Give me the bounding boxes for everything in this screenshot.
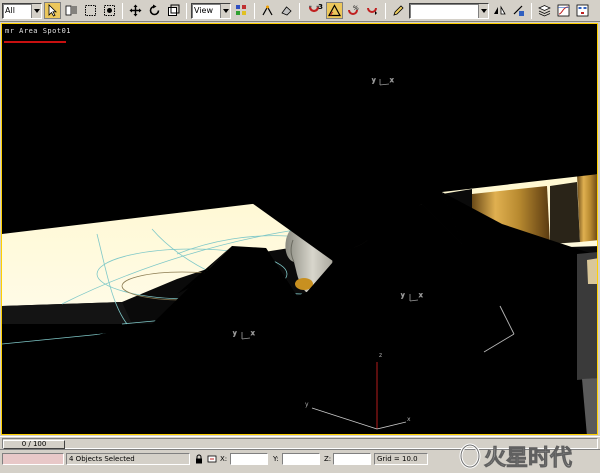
axis-x-label: x (390, 77, 394, 84)
max-application: All View 3 % y x y x y x z y x mr Area S… (0, 0, 600, 473)
rotate-icon (149, 4, 160, 16)
main-toolbar: All View 3 % (0, 0, 600, 22)
edit-named-sel-icon (393, 5, 404, 16)
keyboard-shortcut-icon (281, 6, 292, 16)
y-coordinate-field[interactable] (282, 453, 320, 465)
move-icon (129, 4, 142, 17)
spinner-snap-button[interactable] (364, 2, 381, 19)
viewport-label[interactable]: mr Area Spot01 (5, 27, 71, 35)
schematic-view-icon (576, 4, 589, 17)
layer-manager-button[interactable] (536, 2, 553, 19)
absolute-mode-icon[interactable] (207, 454, 217, 464)
percent-snap-icon: % (348, 5, 359, 15)
toolbar-separator (186, 2, 187, 19)
axis-x-label: x (419, 292, 423, 299)
svg-text:%: % (353, 5, 359, 12)
named-selection-dropdown[interactable] (409, 2, 489, 19)
z-coordinate-field[interactable] (333, 453, 371, 465)
mirror-button[interactable] (491, 2, 508, 19)
align-button[interactable] (510, 2, 527, 19)
axis-y-label: y (305, 401, 309, 408)
viewport-label-underline (4, 41, 66, 43)
toolbar-separator (254, 2, 255, 19)
select-by-name-icon (65, 5, 77, 16)
axis-y-label: y (233, 330, 237, 337)
selection-filter-dropdown[interactable]: All (2, 2, 42, 19)
site-watermark-logo: 火星时代 (458, 441, 596, 471)
rect-selection-region-button[interactable] (82, 2, 99, 19)
axis-z-label: z (379, 352, 382, 359)
layer-manager-icon (538, 5, 551, 17)
maxscript-listener-mini[interactable] (2, 453, 64, 465)
angle-snap-icon (328, 4, 341, 17)
edit-named-selection-button[interactable] (390, 2, 407, 19)
percent-snap-button[interactable]: % (345, 2, 362, 19)
select-object-button[interactable] (44, 2, 61, 19)
select-and-rotate-button[interactable] (146, 2, 163, 19)
schematic-view-button[interactable] (574, 2, 591, 19)
snap-toggle-button[interactable]: 3 (304, 2, 324, 19)
camera-viewport[interactable]: y x y x y x z y x mr Area Spot01 (1, 23, 598, 435)
axis-y-label: y (372, 77, 376, 84)
toolbar-separator (122, 2, 123, 19)
chevron-down-icon (220, 3, 230, 18)
lock-selection-icon[interactable] (194, 454, 204, 464)
toolbar-separator (385, 2, 386, 19)
watermark-text: 火星时代 (484, 446, 572, 471)
chevron-down-icon (478, 3, 488, 18)
mirror-icon (494, 5, 506, 15)
manipulate-icon (262, 5, 273, 16)
select-and-move-button[interactable] (127, 2, 144, 19)
select-and-manipulate-button[interactable] (259, 2, 276, 19)
select-and-scale-button[interactable] (165, 2, 182, 19)
snap-count-label: 3 (318, 3, 323, 11)
spinner-snap-icon (367, 7, 377, 15)
selection-filter-value: All (5, 5, 15, 15)
align-icon (513, 5, 524, 16)
curve-editor-button[interactable] (555, 2, 572, 19)
time-slider-thumb[interactable]: 0 / 100 (3, 440, 65, 449)
watermark-logo-icon: 火星时代 (459, 443, 572, 471)
keyboard-shortcut-override-button[interactable] (278, 2, 295, 19)
pivot-center-button[interactable] (233, 2, 250, 19)
selection-status: 4 Objects Selected (66, 453, 190, 465)
reference-coordinate-value: View (194, 5, 213, 15)
axis-x-label: x (407, 416, 411, 423)
angle-snap-button[interactable] (326, 2, 343, 19)
window-crossing-button[interactable] (101, 2, 118, 19)
reference-coordinate-dropdown[interactable]: View (191, 2, 231, 19)
toolbar-separator (299, 2, 300, 19)
viewport-scene: y x y x y x z y x (2, 24, 597, 434)
window-crossing-icon (104, 5, 115, 16)
x-coordinate-label: X: (220, 455, 228, 463)
select-arrow-icon (48, 4, 57, 17)
chevron-down-icon (31, 3, 41, 18)
rect-region-icon (85, 5, 96, 16)
viewport-frame: y x y x y x z y x mr Area Spot01 (0, 22, 600, 436)
y-coordinate-label: Y: (273, 455, 279, 463)
scale-icon (168, 4, 180, 16)
x-coordinate-field[interactable] (230, 453, 268, 465)
toolbar-separator (531, 2, 532, 19)
z-coordinate-label: Z: (324, 455, 332, 463)
curve-editor-icon (557, 4, 570, 17)
select-by-name-button[interactable] (63, 2, 80, 19)
axis-x-label: x (251, 330, 255, 337)
grid-size-display: Grid = 10.0 (374, 453, 428, 465)
pivot-center-icon (236, 5, 246, 15)
axis-y-label: y (401, 292, 405, 299)
